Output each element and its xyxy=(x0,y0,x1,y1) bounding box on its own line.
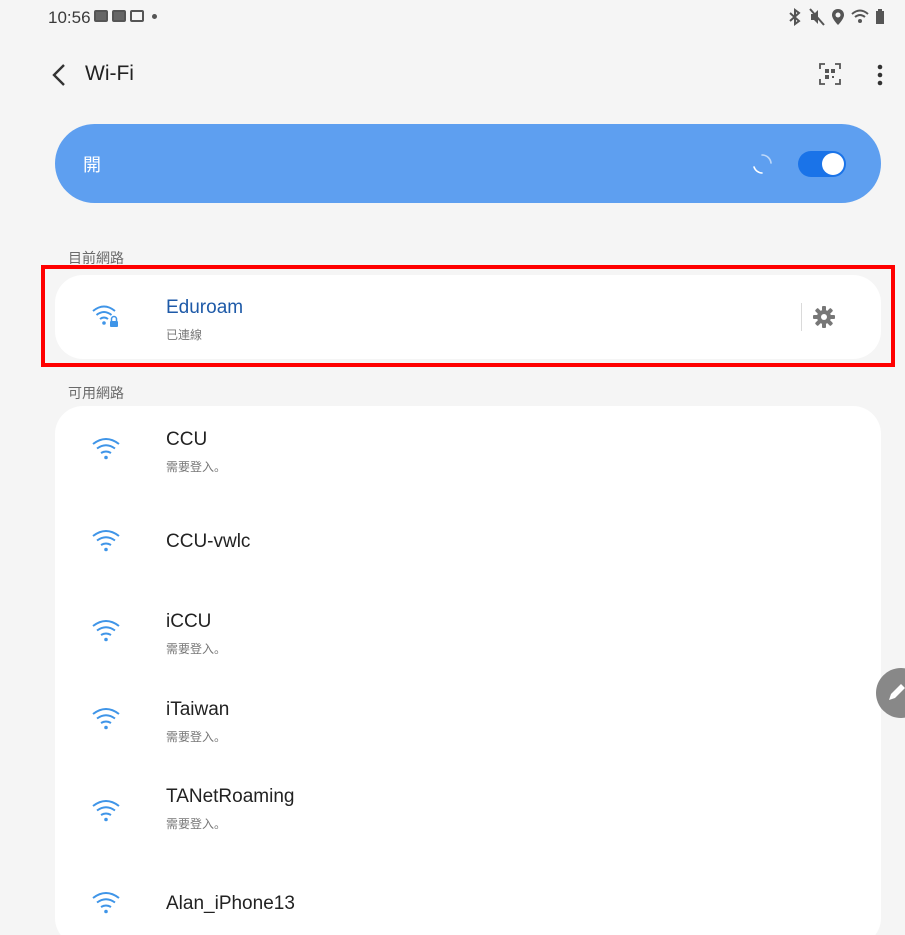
wifi-icon xyxy=(92,892,120,914)
network-item-alan-iphone13[interactable]: Alan_iPhone13 xyxy=(55,856,881,935)
network-item-iccu[interactable]: iCCU 需要登入。 xyxy=(55,588,881,676)
pencil-icon xyxy=(889,684,905,700)
network-status: 需要登入。 xyxy=(166,730,227,744)
wifi-toggle-switch[interactable] xyxy=(798,151,846,177)
page-title: Wi-Fi xyxy=(85,62,134,85)
network-name: CCU xyxy=(166,429,208,450)
system-status-icons xyxy=(787,8,885,26)
vertical-divider xyxy=(801,303,802,331)
battery-icon xyxy=(876,9,884,24)
network-name: iTaiwan xyxy=(166,699,230,720)
back-arrow-icon[interactable] xyxy=(48,61,72,89)
qr-scan-icon[interactable] xyxy=(818,62,842,86)
toggle-knob xyxy=(822,153,844,175)
bluetooth-icon xyxy=(789,8,801,26)
current-network-name: Eduroam xyxy=(166,297,244,318)
status-time: 10:56 xyxy=(48,8,91,27)
mail-notification-icon xyxy=(130,10,144,22)
gear-icon[interactable] xyxy=(812,305,836,329)
network-item-ccu-vwlc[interactable]: CCU-vwlc xyxy=(55,494,881,582)
wifi-master-switch-label: 開 xyxy=(83,155,101,175)
network-item-tanetroaming[interactable]: TANetRoaming 需要登入。 xyxy=(55,768,881,856)
network-name: TANetRoaming xyxy=(166,786,295,807)
more-notifications-dot-icon xyxy=(152,13,157,19)
network-status: 需要登入。 xyxy=(166,642,227,656)
wifi-lock-icon xyxy=(92,305,118,327)
network-name: Alan_iPhone13 xyxy=(166,893,295,914)
scanning-spinner-icon xyxy=(753,154,772,174)
available-networks-list: CCU 需要登入。 CCU-vwlc iCCU 需要登入。 iTaiwan 需要… xyxy=(55,406,881,935)
wifi-icon xyxy=(92,620,120,642)
toolbar: Wi-Fi xyxy=(0,52,905,98)
network-status: 需要登入。 xyxy=(166,460,227,474)
photo-notification-icon xyxy=(112,10,126,22)
wifi-master-switch-row[interactable]: 開 xyxy=(55,124,881,203)
network-item-itaiwan[interactable]: iTaiwan 需要登入。 xyxy=(55,676,881,764)
network-status: 需要登入。 xyxy=(166,817,227,831)
network-name: iCCU xyxy=(166,611,212,632)
wifi-icon xyxy=(92,800,120,822)
available-networks-section-label: 可用網路 xyxy=(68,385,124,401)
current-network-card[interactable]: Eduroam 已連線 xyxy=(55,275,881,359)
more-options-icon[interactable] xyxy=(870,61,890,89)
notification-icons xyxy=(94,10,157,22)
location-icon xyxy=(832,9,844,25)
wifi-settings-screen: 10:56 Wi-Fi 開 目前網路 Eduroam 已連線 可用網路 CCU … xyxy=(0,0,905,935)
mute-icon xyxy=(809,8,825,26)
status-bar: 10:56 xyxy=(0,0,905,34)
wifi-icon xyxy=(92,708,120,730)
network-name: CCU-vwlc xyxy=(166,531,251,552)
network-item-ccu[interactable]: CCU 需要登入。 xyxy=(55,406,881,494)
current-network-status: 已連線 xyxy=(166,328,203,342)
gallery-notification-icon xyxy=(94,10,108,22)
wifi-icon xyxy=(92,438,120,460)
wifi-icon xyxy=(92,530,120,552)
current-network-section-label: 目前網路 xyxy=(68,250,124,266)
wifi-status-icon xyxy=(851,9,869,23)
